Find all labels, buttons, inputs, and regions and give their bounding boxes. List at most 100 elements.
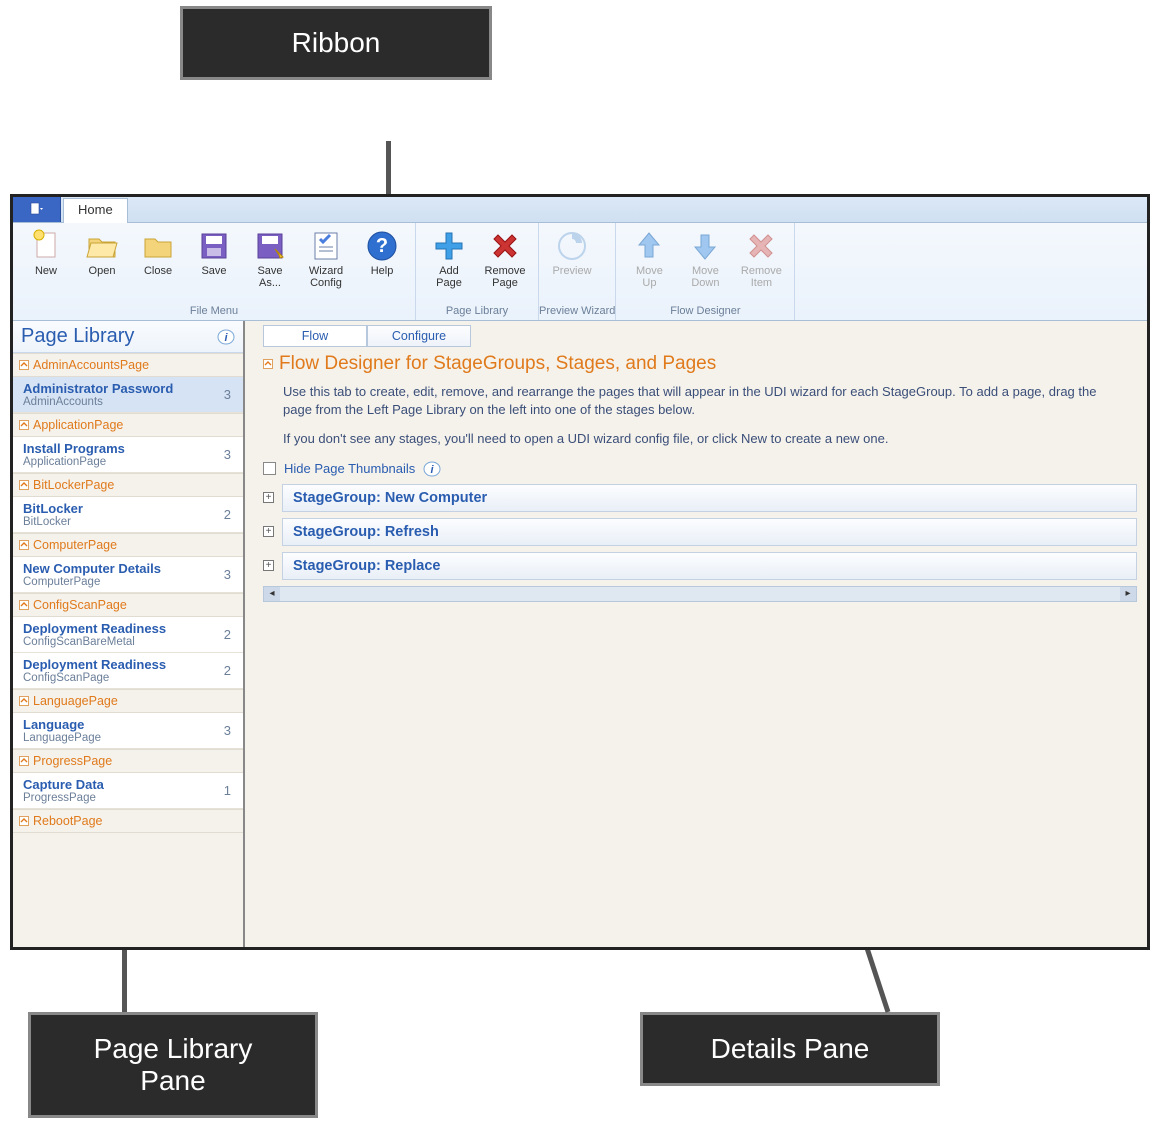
ribbon-group-label: Flow Designer bbox=[616, 303, 794, 320]
item-subtitle: ConfigScanBareMetal bbox=[23, 636, 166, 648]
annotation-ribbon: Ribbon bbox=[180, 6, 492, 80]
remove-item-button[interactable]: Remove Item bbox=[734, 227, 788, 291]
library-group-header[interactable]: RebootPage bbox=[13, 809, 243, 833]
app-window: Home New Open Close Save bbox=[10, 194, 1150, 950]
label: Help bbox=[371, 265, 394, 277]
group-name: ProgressPage bbox=[33, 754, 112, 768]
new-button[interactable]: New bbox=[19, 227, 73, 279]
chevron-up-icon bbox=[19, 420, 29, 430]
label: New bbox=[35, 265, 57, 277]
tab-flow[interactable]: Flow bbox=[263, 325, 367, 347]
expand-icon[interactable]: + bbox=[263, 492, 274, 503]
item-title: Language bbox=[23, 717, 101, 732]
item-title: Deployment Readiness bbox=[23, 621, 166, 636]
item-title: Administrator Password bbox=[23, 381, 173, 396]
info-icon[interactable]: i bbox=[423, 460, 441, 478]
titlebar: Home bbox=[13, 197, 1147, 223]
library-group-header[interactable]: AdminAccountsPage bbox=[13, 353, 243, 377]
item-count: 2 bbox=[224, 663, 235, 678]
app-menu-button[interactable] bbox=[13, 197, 61, 222]
library-item[interactable]: New Computer DetailsComputerPage3 bbox=[13, 557, 243, 593]
page-library-header: Page Library i bbox=[13, 321, 243, 353]
item-count: 3 bbox=[224, 447, 235, 462]
item-subtitle: AdminAccounts bbox=[23, 396, 173, 408]
library-item[interactable]: Deployment ReadinessConfigScanBareMetal 2 bbox=[13, 617, 243, 653]
item-count: 2 bbox=[224, 507, 235, 522]
chevron-up-icon bbox=[19, 480, 29, 490]
open-folder-icon bbox=[85, 229, 119, 263]
details-tabs: Flow Configure bbox=[245, 321, 1147, 347]
library-item[interactable]: Install ProgramsApplicationPage3 bbox=[13, 437, 243, 473]
scroll-left-icon[interactable]: ◂ bbox=[264, 587, 280, 601]
move-down-button[interactable]: Move Down bbox=[678, 227, 732, 291]
horizontal-scrollbar[interactable]: ◂ ▸ bbox=[263, 586, 1137, 602]
group-name: ApplicationPage bbox=[33, 418, 123, 432]
hide-thumbnails-checkbox[interactable] bbox=[263, 462, 276, 475]
item-count: 2 bbox=[224, 627, 235, 642]
label: Close bbox=[144, 265, 172, 277]
arrow-up-icon bbox=[632, 229, 666, 263]
chevron-up-icon bbox=[19, 756, 29, 766]
library-item[interactable]: Capture DataProgressPage 1 bbox=[13, 773, 243, 809]
item-subtitle: ProgressPage bbox=[23, 792, 104, 804]
body: Page Library i AdminAccountsPageAdminist… bbox=[13, 321, 1147, 947]
flow-designer-description: Use this tab to create, edit, remove, an… bbox=[283, 383, 1103, 448]
library-item[interactable]: Administrator PasswordAdminAccounts3 bbox=[13, 377, 243, 413]
ribbon-group-page-library: Add Page Remove Page Page Library bbox=[416, 223, 539, 320]
save-icon bbox=[197, 229, 231, 263]
library-group-header[interactable]: ProgressPage bbox=[13, 749, 243, 773]
ribbon-group-flow-designer: Move Up Move Down Remove Item Flow Desig… bbox=[616, 223, 795, 320]
svg-text:?: ? bbox=[376, 235, 388, 257]
flow-designer-title: Flow Designer for StageGroups, Stages, a… bbox=[279, 353, 716, 375]
stage-group-bar[interactable]: StageGroup: New Computer bbox=[282, 484, 1137, 512]
library-item[interactable]: Deployment ReadinessConfigScanPage2 bbox=[13, 653, 243, 689]
stage-group-bar[interactable]: StageGroup: Replace bbox=[282, 552, 1137, 580]
stage-group-row: + StageGroup: New Computer bbox=[263, 484, 1137, 512]
tab-home[interactable]: Home bbox=[63, 198, 128, 223]
label: Wizard Config bbox=[309, 265, 343, 289]
expand-icon[interactable]: + bbox=[263, 526, 274, 537]
collapse-icon[interactable] bbox=[263, 359, 273, 369]
annotation-line bbox=[386, 141, 391, 198]
wizard-config-button[interactable]: Wizard Config bbox=[299, 227, 353, 291]
group-name: ComputerPage bbox=[33, 538, 117, 552]
save-as-button[interactable]: Save As... bbox=[243, 227, 297, 291]
expand-icon[interactable]: + bbox=[263, 560, 274, 571]
item-count: 3 bbox=[224, 567, 235, 582]
ribbon-group-label: File Menu bbox=[13, 303, 415, 320]
stage-group-bar[interactable]: StageGroup: Refresh bbox=[282, 518, 1137, 546]
scroll-right-icon[interactable]: ▸ bbox=[1120, 587, 1136, 601]
tab-configure[interactable]: Configure bbox=[367, 325, 471, 347]
page-library-scroll[interactable]: AdminAccountsPageAdministrator PasswordA… bbox=[13, 353, 243, 947]
library-group-header[interactable]: LanguagePage bbox=[13, 689, 243, 713]
open-button[interactable]: Open bbox=[75, 227, 129, 279]
remove-page-button[interactable]: Remove Page bbox=[478, 227, 532, 291]
save-as-icon bbox=[253, 229, 287, 263]
details-pane: Flow Configure Flow Designer for StageGr… bbox=[245, 321, 1147, 947]
item-title: Capture Data bbox=[23, 777, 104, 792]
library-group-header[interactable]: ApplicationPage bbox=[13, 413, 243, 437]
ribbon-group-label: Page Library bbox=[416, 303, 538, 320]
library-group-header[interactable]: ComputerPage bbox=[13, 533, 243, 557]
item-subtitle: ConfigScanPage bbox=[23, 672, 166, 684]
item-count: 1 bbox=[224, 783, 235, 798]
close-button[interactable]: Close bbox=[131, 227, 185, 279]
info-icon[interactable]: i bbox=[217, 328, 235, 346]
annotation-page-library-pane: Page Library Pane bbox=[28, 1012, 318, 1118]
ribbon-group-label: Preview Wizard bbox=[539, 303, 615, 320]
ribbon-group-file-menu: New Open Close Save Save As... bbox=[13, 223, 416, 320]
library-item[interactable]: LanguageLanguagePage3 bbox=[13, 713, 243, 749]
library-group-header[interactable]: ConfigScanPage bbox=[13, 593, 243, 617]
library-group-header[interactable]: BitLockerPage bbox=[13, 473, 243, 497]
label: Save bbox=[201, 265, 226, 277]
help-button[interactable]: ? Help bbox=[355, 227, 409, 279]
move-up-button[interactable]: Move Up bbox=[622, 227, 676, 291]
preview-button[interactable]: Preview bbox=[545, 227, 599, 279]
annotation-details-pane: Details Pane bbox=[640, 1012, 940, 1086]
save-button[interactable]: Save bbox=[187, 227, 241, 279]
help-icon: ? bbox=[365, 229, 399, 263]
library-item[interactable]: BitLockerBitLocker2 bbox=[13, 497, 243, 533]
add-page-button[interactable]: Add Page bbox=[422, 227, 476, 291]
group-name: LanguagePage bbox=[33, 694, 118, 708]
plus-icon bbox=[432, 229, 466, 263]
